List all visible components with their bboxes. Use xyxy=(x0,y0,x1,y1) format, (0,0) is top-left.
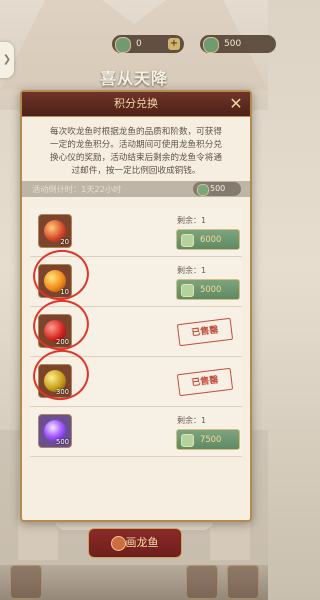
points-value: 500 xyxy=(210,184,226,193)
event-timer-bar: 活动倒计时：1天22小时 500 xyxy=(22,181,250,197)
dragonfish-icon xyxy=(111,536,126,551)
currency-right[interactable]: 500 xyxy=(200,35,276,53)
reward-qty-5: 500 xyxy=(56,438,69,446)
reward-row-5: 500 剩余：1 7500 xyxy=(30,408,242,457)
draw-dragonfish-label: 画龙鱼 xyxy=(125,536,159,549)
close-icon[interactable]: ✕ xyxy=(227,95,245,113)
price-label-1: 6000 xyxy=(200,234,222,244)
modal-description: 每次吹龙鱼时根据龙鱼的品质和阶数，可获得 一定的龙鱼积分。活动期间可使用龙鱼积分… xyxy=(30,126,242,178)
dock-item-left[interactable] xyxy=(10,565,42,599)
coin-icon xyxy=(115,37,131,53)
event-countdown: 活动倒计时：1天22小时 xyxy=(32,184,122,194)
price-label-5: 7500 xyxy=(200,434,222,444)
dock-item-right[interactable] xyxy=(227,565,259,599)
modal-header: 积分兑换 ✕ xyxy=(22,92,250,117)
points-balance: 500 xyxy=(193,182,241,196)
jade-icon xyxy=(203,37,219,53)
currency-left-value: 0 xyxy=(136,39,142,49)
currency-right-value: 500 xyxy=(224,39,242,49)
points-icon xyxy=(197,184,209,196)
reward-remaining-2: 剩余：1 xyxy=(177,266,207,275)
dock-item-middle[interactable] xyxy=(186,565,218,599)
reward-remaining-1: 剩余：1 xyxy=(177,216,207,225)
description-line-2: 一定的龙鱼积分。活动期间可使用龙鱼积分兑 xyxy=(50,140,222,150)
description-line-4: 过邮件，按一定比例回收成铜钱。 xyxy=(71,166,201,176)
draw-dragonfish-button[interactable]: 画龙鱼 xyxy=(88,528,182,558)
sold-out-stamp-3: 已售罄 xyxy=(176,317,234,347)
price-icon xyxy=(181,234,194,247)
modal-title: 积分兑换 xyxy=(114,97,158,110)
add-coin-button[interactable]: + xyxy=(168,38,180,50)
event-banner-title: 喜从天降 xyxy=(99,69,168,88)
reward-qty-1: 20 xyxy=(60,238,69,246)
buy-button-5[interactable]: 7500 xyxy=(176,429,240,450)
reward-remaining-5: 剩余：1 xyxy=(177,416,207,425)
buy-button-2[interactable]: 5000 xyxy=(176,279,240,300)
reward-thumb-1[interactable]: 20 xyxy=(38,214,72,248)
currency-left[interactable]: 0 + xyxy=(112,35,184,53)
reward-list: 20 剩余：1 6000 10 剩余：1 5000 200 已售罄 300 已售… xyxy=(29,208,242,508)
price-label-2: 5000 xyxy=(200,284,222,294)
sold-out-stamp-4: 已售罄 xyxy=(176,367,234,397)
bottom-dock xyxy=(0,565,268,600)
points-exchange-modal: 积分兑换 ✕ 每次吹龙鱼时根据龙鱼的品质和阶数，可获得 一定的龙鱼积分。活动期间… xyxy=(20,90,252,522)
description-line-3: 换心仪的奖励，活动结束后剩余的龙鱼令将通 xyxy=(50,153,222,163)
buy-button-1[interactable]: 6000 xyxy=(176,229,240,250)
reward-thumb-5[interactable]: 500 xyxy=(38,414,72,448)
top-currency-bar: 0 + 500 xyxy=(20,35,276,57)
description-line-1: 每次吹龙鱼时根据龙鱼的品质和阶数，可获得 xyxy=(50,127,222,137)
price-icon xyxy=(181,284,194,297)
side-expand-tab[interactable]: ❯ xyxy=(0,42,14,78)
price-icon xyxy=(181,434,194,447)
